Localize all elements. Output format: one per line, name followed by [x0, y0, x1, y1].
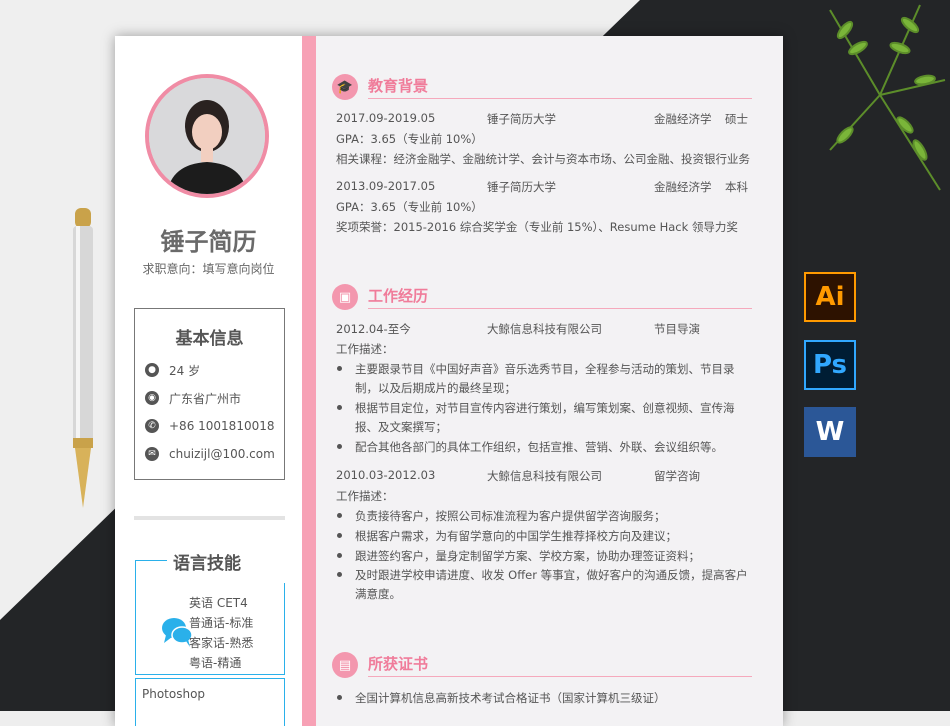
software-skills-box: Photoshop — [135, 678, 285, 726]
edu-courses: 相关课程：经济金融学、金融统计学、会计与资本市场、公司金融、投资银行业务 — [336, 152, 750, 166]
language-item: 客家话-熟悉 — [189, 636, 254, 650]
edu-degree: 硕士 — [725, 112, 748, 126]
profile-photo — [149, 78, 265, 194]
resume-sheet: 锤子简历 求职意向：填写意向岗位 基本信息 ● 24 岁 ◉ 广东省广州市 ✆ … — [115, 36, 783, 726]
work-date: 2010.03-2012.03 — [336, 468, 436, 482]
photoshop-icon: Ps — [804, 340, 856, 390]
language-item: 英语 CET4 — [189, 596, 248, 610]
work-role: 留学咨询 — [654, 469, 700, 483]
certificates-header: ▤ 所获证书 — [332, 650, 752, 678]
info-email: ✉ chuizijl@100.com — [145, 445, 275, 463]
pen-decoration — [73, 208, 93, 508]
resume-right-column: 🎓 教育背景 2017.09-2019.05 锤子简历大学 金融经济学 硕士 G… — [316, 36, 783, 726]
language-item: 普通话-标准 — [189, 616, 254, 630]
lang-accent-line-vertical — [135, 560, 136, 584]
certificates-title: 所获证书 — [368, 655, 429, 673]
word-icon: W — [804, 407, 856, 457]
work-date: 2012.04-至今 — [336, 322, 411, 336]
work-desc-label: 工作描述： — [336, 342, 394, 356]
software-item: Photoshop — [142, 687, 206, 701]
pink-divider-bar — [302, 36, 316, 726]
edu-school: 锤子简历大学 — [487, 112, 556, 126]
work-role: 节目导演 — [654, 322, 700, 336]
edu-gpa: GPA：3.65（专业前 10%） — [336, 132, 483, 146]
section-rule — [368, 676, 752, 677]
info-age: ● 24 岁 — [145, 361, 200, 379]
section-rule — [368, 98, 752, 99]
lang-accent-line — [135, 560, 167, 561]
language-skills-title: 语言技能 — [173, 554, 241, 574]
briefcase-icon: ▣ — [332, 284, 358, 310]
person-icon: ● — [145, 363, 159, 377]
edu-major: 金融经济学 — [654, 112, 712, 126]
work-title: 工作经历 — [368, 287, 429, 305]
illustrator-icon: Ai — [804, 272, 856, 322]
phone-icon: ✆ — [145, 419, 159, 433]
plant-decoration — [829, 4, 946, 191]
edu-degree: 本科 — [725, 180, 748, 194]
edu-major: 金融经济学 — [654, 180, 712, 194]
education-header: 🎓 教育背景 — [332, 72, 752, 100]
resume-left-column: 锤子简历 求职意向：填写意向岗位 基本信息 ● 24 岁 ◉ 广东省广州市 ✆ … — [115, 36, 302, 726]
work-company: 大鲸信息科技有限公司 — [487, 322, 602, 336]
language-item: 粤语-精通 — [189, 656, 242, 670]
basic-info-box: 基本信息 ● 24 岁 ◉ 广东省广州市 ✆ +86 1001810018 ✉ … — [134, 308, 285, 480]
email-icon: ✉ — [145, 447, 159, 461]
work-company: 大鲸信息科技有限公司 — [487, 469, 602, 483]
language-list: 英语 CET4 普通话-标准 客家话-熟悉 粤语-精通 — [189, 593, 253, 673]
left-divider — [134, 516, 285, 520]
edu-awards: 奖项荣誉：2015-2016 综合奖学金（专业前 15%）、Resume Hac… — [336, 220, 738, 234]
edu-gpa: GPA：3.65（专业前 10%） — [336, 200, 483, 214]
basic-info-title: 基本信息 — [175, 329, 244, 349]
section-rule — [368, 308, 752, 309]
certificate-icon: ▤ — [332, 652, 358, 678]
location-icon: ◉ — [145, 391, 159, 405]
edu-date: 2017.09-2019.05 — [336, 111, 436, 125]
edu-school: 锤子简历大学 — [487, 180, 556, 194]
job-intent: 求职意向：填写意向岗位 — [142, 262, 275, 276]
language-skills-box: 英语 CET4 普通话-标准 客家话-熟悉 粤语-精通 — [135, 583, 285, 675]
candidate-name: 锤子简历 — [160, 228, 257, 256]
info-location: ◉ 广东省广州市 — [145, 389, 241, 407]
edu-date: 2013.09-2017.05 — [336, 179, 436, 193]
info-phone: ✆ +86 1001810018 — [145, 417, 275, 435]
work-desc-label: 工作描述： — [336, 489, 394, 503]
avatar — [145, 74, 269, 198]
education-title: 教育背景 — [368, 77, 429, 95]
graduation-cap-icon: 🎓 — [332, 74, 358, 100]
work-header: ▣ 工作经历 — [332, 282, 752, 310]
